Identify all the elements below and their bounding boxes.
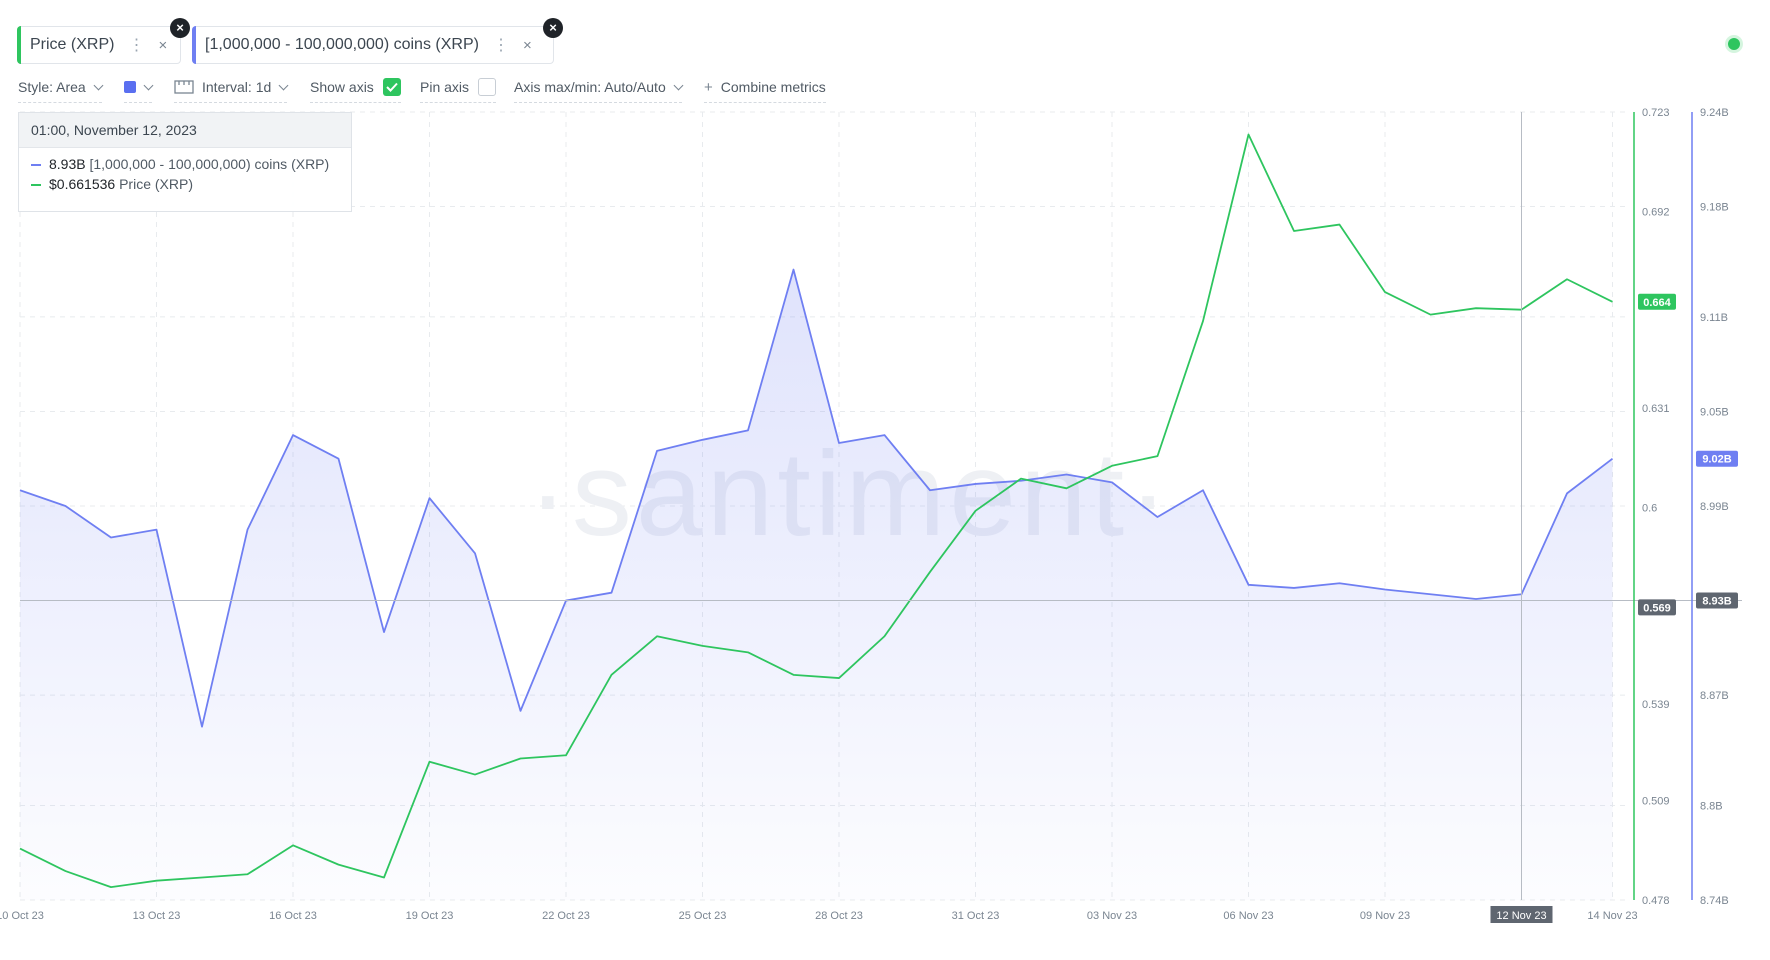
- tooltip-series-label: Price (XRP): [119, 176, 193, 192]
- coins-axis-tick-label: 9.24B: [1700, 107, 1729, 119]
- tooltip-value: $0.661536: [49, 176, 116, 192]
- x-axis-tick-label: 09 Nov 23: [1360, 910, 1410, 922]
- x-axis-tick-label: 28 Oct 23: [815, 910, 863, 922]
- coins-axis-tick-label: 8.99B: [1700, 501, 1729, 513]
- price-axis-tick-label: 0.723: [1642, 107, 1670, 119]
- tooltip-date: 01:00, November 12, 2023: [19, 113, 351, 148]
- coins-axis-tick-label: 8.87B: [1700, 690, 1729, 702]
- coins-axis-tick-label: 8.74B: [1700, 895, 1729, 907]
- coins-axis-tick-label: 9.18B: [1700, 202, 1729, 214]
- x-axis-tick-label: 06 Nov 23: [1223, 910, 1273, 922]
- price-axis-tick-label: 0.509: [1642, 795, 1670, 807]
- price-axis-tick-label: 0.631: [1642, 403, 1670, 415]
- price-axis-tick-label: 0.539: [1642, 699, 1670, 711]
- series-color-dash: [31, 164, 41, 167]
- coins-axis-tick-label: 9.05B: [1700, 406, 1729, 418]
- coins-axis-tick-label: 8.8B: [1700, 800, 1723, 812]
- x-axis-tick-label: 10 Oct 23: [0, 910, 44, 922]
- axis-value-badge-label: 8.93B: [1702, 596, 1731, 608]
- price-axis-tick-label: 0.478: [1642, 895, 1670, 907]
- chart-tooltip: 01:00, November 12, 2023 8.93B [1,000,00…: [18, 112, 352, 212]
- coins-axis-tick-label: 9.11B: [1700, 312, 1728, 324]
- tooltip-row-price: $0.661536 Price (XRP): [19, 174, 351, 194]
- x-axis-tick-label: 03 Nov 23: [1087, 910, 1137, 922]
- price-axis-tick-label: 0.692: [1642, 207, 1670, 219]
- x-axis-tick-label: 13 Oct 23: [133, 910, 181, 922]
- x-axis-tick-label: 12 Nov 23: [1496, 910, 1546, 922]
- axis-value-badge-label: 0.569: [1643, 602, 1671, 614]
- x-axis-tick-label: 19 Oct 23: [406, 910, 454, 922]
- x-axis-tick-label: 16 Oct 23: [269, 910, 317, 922]
- x-axis-tick-label: 14 Nov 23: [1587, 910, 1637, 922]
- x-axis-tick-label: 31 Oct 23: [952, 910, 1000, 922]
- coins-series-area: [20, 269, 1613, 901]
- x-axis-tick-label: 25 Oct 23: [679, 910, 727, 922]
- series-color-dash: [31, 184, 41, 187]
- price-axis-tick-label: 0.6: [1642, 503, 1657, 515]
- x-axis-tick-label: 22 Oct 23: [542, 910, 590, 922]
- axis-value-badge-label: 9.02B: [1702, 454, 1731, 466]
- tooltip-value: 8.93B: [49, 156, 86, 172]
- axis-value-badge-label: 0.664: [1643, 297, 1671, 309]
- tooltip-row-coins: 8.93B [1,000,000 - 100,000,000) coins (X…: [19, 154, 351, 174]
- tooltip-series-label: [1,000,000 - 100,000,000) coins (XRP): [89, 156, 330, 172]
